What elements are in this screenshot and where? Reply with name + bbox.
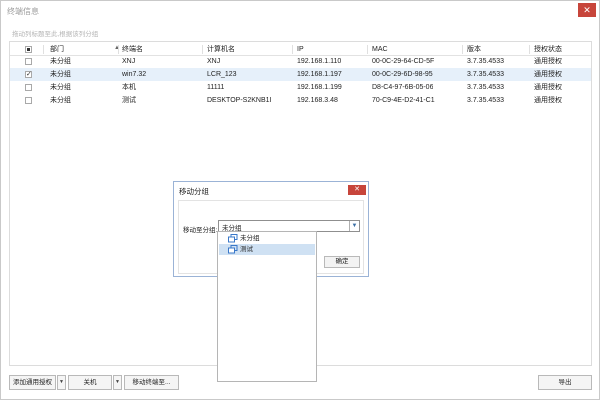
cell-mac: D8-C4-97-6B-05-06: [372, 84, 434, 91]
dialog-close-button[interactable]: ✕: [348, 185, 366, 195]
cell-ip: 192.168.3.48: [297, 97, 338, 104]
confirm-button[interactable]: 确定: [324, 256, 360, 268]
cell-dept: 未分组: [50, 97, 71, 104]
cell-dept: 未分组: [50, 84, 71, 91]
group-icon: [228, 234, 238, 243]
cell-terminal: XNJ: [122, 58, 136, 65]
table-row[interactable]: 未分组 测试 DESKTOP-S2KNB1I 192.168.3.48 70-C…: [10, 94, 591, 107]
group-option-label: 测试: [240, 246, 253, 253]
group-option[interactable]: 测试: [219, 244, 315, 255]
table-row[interactable]: 未分组 XNJ XNJ 192.168.1.110 00-0C-29-64-CD…: [10, 55, 591, 68]
sort-ascending-icon: ▲: [114, 45, 120, 51]
dialog-title: 移动分组: [179, 187, 209, 196]
cell-mac: 00-0C-29-6D-98-95: [372, 71, 433, 78]
cell-version: 3.7.35.4533: [467, 97, 504, 104]
table-row[interactable]: ✓ 未分组 win7.32 LCR_123 192.168.1.197 00-0…: [10, 68, 591, 81]
cell-terminal: 本机: [122, 84, 136, 91]
cell-ip: 192.168.1.197: [297, 71, 342, 78]
cell-computer: XNJ: [207, 58, 221, 65]
cell-computer: LCR_123: [207, 71, 237, 78]
title-bar: 终端信息 ✕: [1, 1, 599, 22]
cell-terminal: win7.32: [122, 71, 147, 78]
shutdown-button[interactable]: 关机: [68, 375, 112, 390]
cell-dept: 未分组: [50, 71, 71, 78]
move-to-group-label: 移动至分组:: [183, 227, 218, 234]
cell-version: 3.7.35.4533: [467, 58, 504, 65]
cell-license: 通用授权: [534, 97, 562, 104]
cell-computer: 11111: [207, 84, 225, 91]
select-all-checkbox[interactable]: [25, 46, 32, 53]
row-checkbox[interactable]: ✓: [25, 71, 32, 78]
cell-computer: DESKTOP-S2KNB1I: [207, 97, 272, 104]
shutdown-dropdown-icon[interactable]: ▼: [113, 375, 122, 390]
row-checkbox[interactable]: [25, 58, 32, 65]
row-checkbox[interactable]: [25, 97, 32, 104]
cell-mac: 70-C9-4E-D2-41-C1: [372, 97, 435, 104]
cell-version: 3.7.35.4533: [467, 84, 504, 91]
cell-license: 通用授权: [534, 84, 562, 91]
move-terminal-button[interactable]: 移动终端至...: [124, 375, 179, 390]
cell-license: 通用授权: [534, 71, 562, 78]
table-row[interactable]: 未分组 本机 11111 192.168.1.199 D8-C4-97-6B-0…: [10, 81, 591, 94]
cell-version: 3.7.35.4533: [467, 71, 504, 78]
cell-terminal: 测试: [122, 97, 136, 104]
cell-dept: 未分组: [50, 58, 71, 65]
window-close-button[interactable]: ✕: [578, 3, 596, 17]
cell-ip: 192.168.1.110: [297, 58, 342, 65]
group-dropdown-list: 未分组 测试: [217, 231, 317, 382]
cell-license: 通用授权: [534, 58, 562, 65]
group-by-hint: 拖动列标题至此,根据该列分组: [12, 31, 99, 38]
group-icon: [228, 245, 238, 254]
add-license-button[interactable]: 添加通用授权: [9, 375, 56, 390]
row-checkbox[interactable]: [25, 84, 32, 91]
export-button[interactable]: 导出: [538, 375, 592, 390]
window-title: 终端信息: [7, 7, 39, 16]
group-option-label: 未分组: [240, 235, 260, 242]
cell-mac: 00-0C-29-64-CD-5F: [372, 58, 435, 65]
cell-ip: 192.168.1.199: [297, 84, 342, 91]
group-option[interactable]: 未分组: [219, 233, 315, 244]
chevron-down-icon[interactable]: ▼: [349, 221, 359, 231]
add-license-dropdown-icon[interactable]: ▼: [57, 375, 66, 390]
